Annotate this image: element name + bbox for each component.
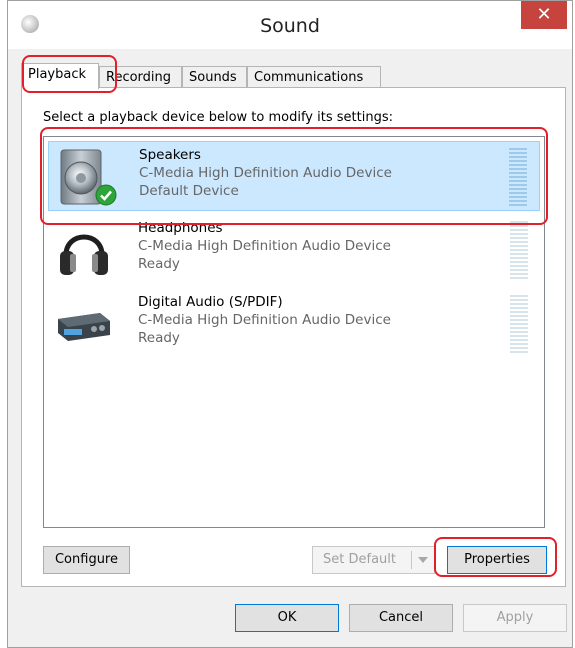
device-name: Digital Audio (S/PDIF) <box>138 294 283 310</box>
device-status: Ready <box>138 256 180 272</box>
instruction-text: Select a playback device below to modify… <box>43 110 393 125</box>
device-info: Headphones C-Media High Definition Audio… <box>138 219 391 273</box>
device-speakers[interactable]: Speakers C-Media High Definition Audio D… <box>48 141 540 211</box>
device-status: Default Device <box>139 183 239 199</box>
device-headphones[interactable]: Headphones C-Media High Definition Audio… <box>48 215 540 285</box>
sound-dialog: Sound ✕ Playback Recording Sounds Commun… <box>7 0 573 648</box>
window-title: Sound <box>260 15 320 37</box>
device-name: Speakers <box>139 147 201 163</box>
set-default-button[interactable]: Set Default <box>312 546 435 574</box>
tab-sounds[interactable]: Sounds <box>182 66 247 88</box>
ok-button[interactable]: OK <box>235 604 339 632</box>
title-bar[interactable]: Sound ✕ <box>8 1 572 49</box>
chevron-down-icon[interactable] <box>418 557 428 563</box>
device-driver: C-Media High Definition Audio Device <box>138 238 391 254</box>
device-driver: C-Media High Definition Audio Device <box>139 165 392 181</box>
device-info: Digital Audio (S/PDIF) C-Media High Defi… <box>138 293 391 347</box>
playback-panel: Select a playback device below to modify… <box>21 87 566 587</box>
headphones-icon <box>60 234 108 275</box>
device-name: Headphones <box>138 220 223 236</box>
split-divider <box>411 551 412 569</box>
check-icon <box>95 184 117 206</box>
device-info: Speakers C-Media High Definition Audio D… <box>139 146 392 200</box>
properties-button[interactable]: Properties <box>447 546 547 574</box>
digital-audio-icon <box>58 313 110 341</box>
cancel-button[interactable]: Cancel <box>349 604 453 632</box>
tab-recording[interactable]: Recording <box>99 66 182 88</box>
configure-button[interactable]: Configure <box>43 546 130 574</box>
device-status: Ready <box>138 330 180 346</box>
level-meter <box>509 148 527 206</box>
device-digital-audio[interactable]: Digital Audio (S/PDIF) C-Media High Defi… <box>48 289 540 359</box>
tab-playback[interactable]: Playback <box>21 63 99 89</box>
level-meter <box>510 221 528 279</box>
device-driver: C-Media High Definition Audio Device <box>138 312 391 328</box>
close-button[interactable]: ✕ <box>521 1 567 29</box>
apply-button[interactable]: Apply <box>463 604 567 632</box>
tab-communications[interactable]: Communications <box>247 66 381 88</box>
device-list[interactable]: Speakers C-Media High Definition Audio D… <box>43 136 545 528</box>
set-default-label: Set Default <box>323 552 396 567</box>
level-meter <box>510 295 528 353</box>
